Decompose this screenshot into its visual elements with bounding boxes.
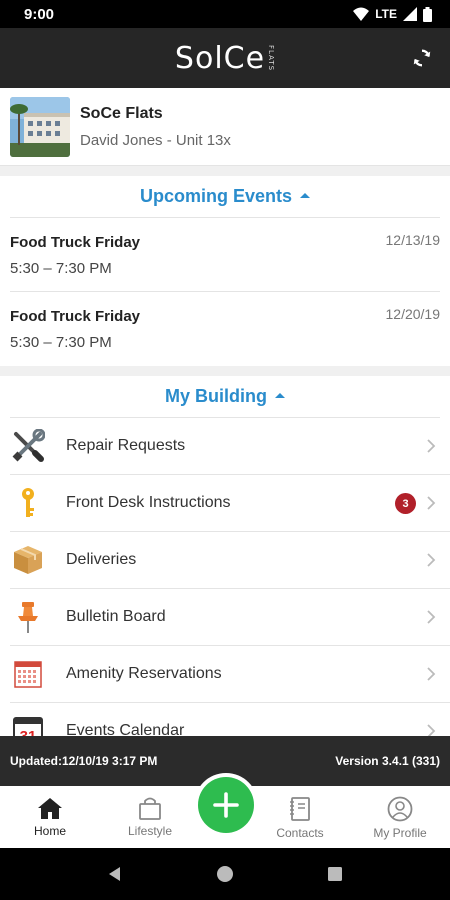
event-title: Food Truck Friday (10, 308, 141, 325)
profile-icon (387, 796, 413, 822)
chevron-right-icon (427, 553, 436, 567)
menu-item-label: Deliveries (66, 551, 137, 568)
menu-item-front-desk-instructions[interactable]: Front Desk Instructions 3 (10, 475, 450, 532)
wifi-icon (353, 7, 370, 21)
nav-label: Lifestyle (127, 824, 173, 838)
event-time: 5:30 – 7:30 PM (10, 334, 112, 351)
event-date: 12/20/19 (385, 306, 441, 322)
menu-item-label: Repair Requests (66, 437, 186, 454)
last-updated-text: Updated:12/10/19 3:17 PM (10, 754, 158, 768)
logo-text: SolCe (174, 40, 266, 76)
menu-item-repair-requests[interactable]: Repair Requests (10, 418, 450, 475)
caret-up-icon (300, 193, 311, 198)
menu-item-label: Events Calendar (66, 722, 185, 736)
my-building-header[interactable]: My Building (10, 376, 440, 418)
refresh-button[interactable] (408, 44, 436, 72)
calendar-icon: 31 (10, 713, 46, 736)
menu-item-deliveries[interactable]: Deliveries (10, 532, 450, 589)
pushpin-icon (10, 599, 46, 635)
event-time: 5:30 – 7:30 PM (10, 260, 112, 277)
chevron-right-icon (427, 667, 436, 681)
status-icons: LTE (353, 6, 432, 22)
my-building-section: My Building Repair Requests Front Desk I… (0, 376, 450, 736)
upcoming-events-header[interactable]: Upcoming Events (10, 176, 440, 218)
plus-icon (213, 792, 239, 818)
property-photo (10, 96, 70, 157)
nav-contacts[interactable]: Contacts (250, 786, 350, 848)
calendar-icon-number: 31 (20, 728, 37, 736)
menu-item-label: Front Desk Instructions (66, 494, 231, 511)
status-time: 9:00 (24, 5, 55, 23)
app-logo: SolCe FLATS (175, 41, 275, 76)
nav-label: Home (33, 824, 66, 838)
menu-item-bulletin-board[interactable]: Bulletin Board (10, 589, 450, 646)
logo-subtext: FLATS (267, 44, 276, 71)
notification-badge: 3 (395, 493, 416, 514)
chevron-right-icon (427, 724, 436, 736)
chevron-right-icon (427, 610, 436, 624)
nav-lifestyle[interactable]: Lifestyle (100, 786, 200, 848)
network-label: LTE (375, 7, 397, 21)
tools-icon (10, 428, 46, 464)
calendar-grid-icon (10, 656, 46, 692)
event-date: 12/13/19 (385, 232, 441, 248)
app-bar: SolCe FLATS (0, 28, 450, 88)
main-content: SoCe Flats David Jones - Unit 13x Upcomi… (0, 88, 450, 736)
my-building-title: My Building (165, 386, 267, 406)
property-name: SoCe Flats (80, 104, 163, 122)
shopping-bag-icon (139, 797, 161, 820)
system-nav-bar (0, 848, 450, 900)
home-icon (38, 798, 62, 819)
package-icon (10, 542, 46, 578)
menu-item-label: Bulletin Board (66, 608, 166, 625)
resident-info: David Jones - Unit 13x (80, 131, 231, 149)
menu-item-label: Amenity Reservations (66, 665, 222, 682)
menu-item-amenity-reservations[interactable]: Amenity Reservations (10, 646, 450, 703)
event-row[interactable]: Food Truck Friday 5:30 – 7:30 PM 12/20/1… (10, 292, 440, 366)
key-icon (10, 485, 46, 521)
nav-my-profile[interactable]: My Profile (350, 786, 450, 848)
upcoming-events-section: Upcoming Events Food Truck Friday 5:30 –… (0, 176, 450, 366)
add-button[interactable] (198, 777, 254, 833)
version-text: Version 3.4.1 (331) (335, 754, 440, 768)
home-circle-icon[interactable] (216, 865, 234, 883)
status-bar: 9:00 LTE (0, 0, 450, 28)
back-icon[interactable] (106, 865, 124, 883)
nav-label: My Profile (373, 826, 427, 840)
address-book-icon (290, 797, 310, 821)
signal-icon (403, 7, 417, 21)
refresh-icon (413, 49, 431, 67)
event-row[interactable]: Food Truck Friday 5:30 – 7:30 PM 12/13/1… (10, 218, 440, 292)
event-title: Food Truck Friday (10, 234, 141, 251)
upcoming-events-title: Upcoming Events (139, 186, 293, 206)
nav-home[interactable]: Home (0, 786, 100, 848)
chevron-right-icon (427, 439, 436, 453)
property-card[interactable]: SoCe Flats David Jones - Unit 13x (0, 88, 450, 166)
recents-icon[interactable] (326, 865, 344, 883)
nav-label: Contacts (276, 826, 324, 840)
battery-icon (423, 6, 432, 22)
menu-item-events-calendar[interactable]: 31 Events Calendar (10, 703, 450, 736)
caret-up-icon (275, 393, 285, 398)
chevron-right-icon (427, 496, 436, 510)
